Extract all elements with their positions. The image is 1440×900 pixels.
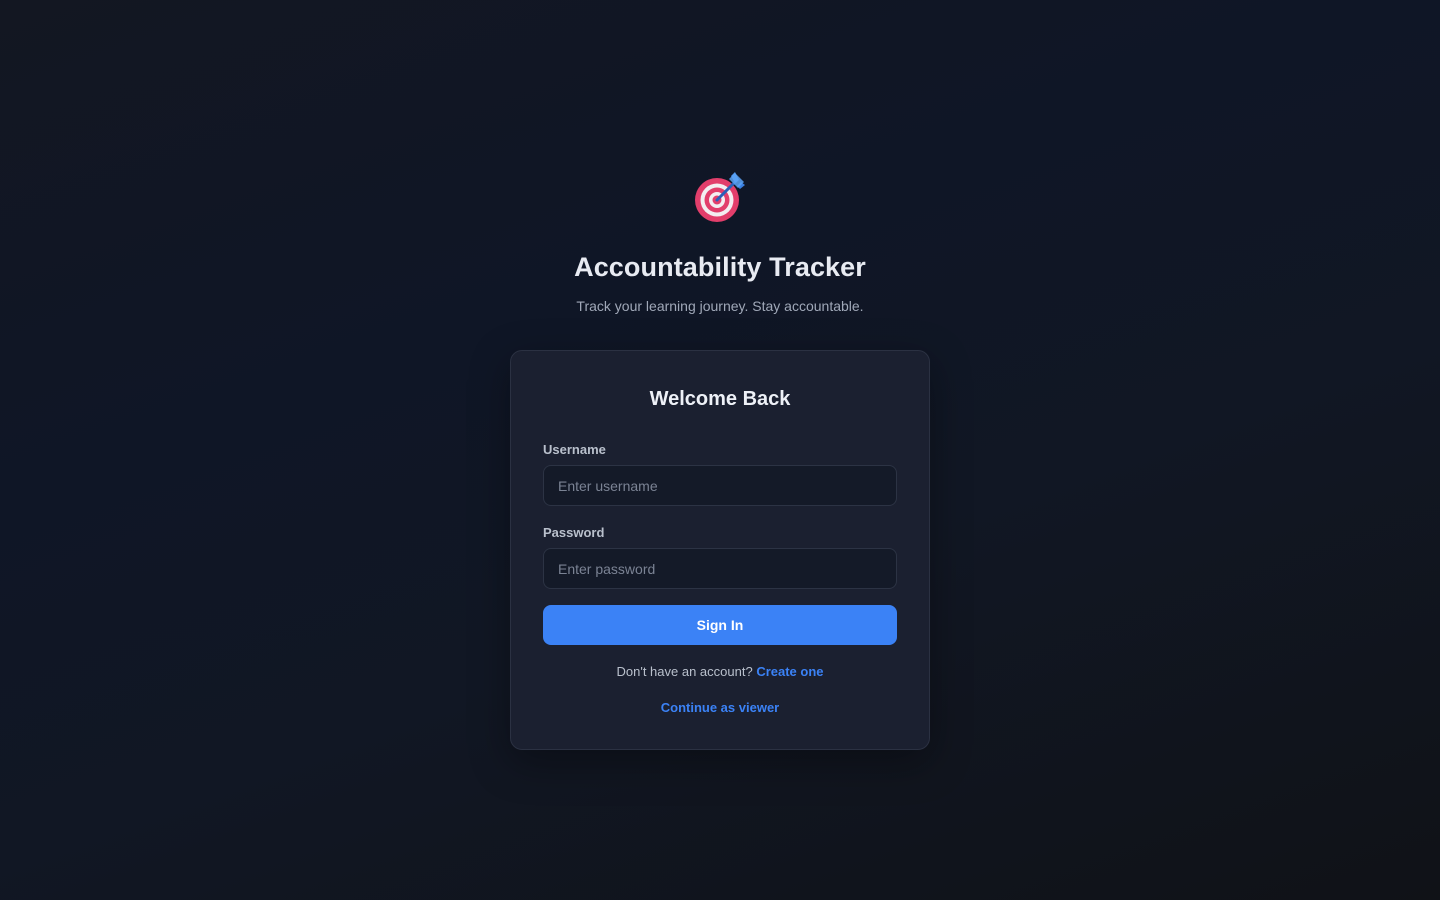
- username-input[interactable]: [543, 465, 897, 506]
- signup-prompt-line: Don't have an account? Create one: [511, 664, 929, 679]
- username-label: Username: [543, 442, 606, 457]
- app-title: Accountability Tracker: [574, 252, 866, 282]
- continue-as-viewer-link[interactable]: Continue as viewer: [661, 700, 779, 715]
- signup-prompt-text: Don't have an account?: [616, 664, 753, 679]
- app-subtitle: Track your learning journey. Stay accoun…: [576, 298, 864, 314]
- password-input[interactable]: [543, 548, 897, 589]
- sign-in-button[interactable]: Sign In: [543, 605, 897, 645]
- login-card: Welcome Back Username Password Sign In D…: [510, 350, 930, 750]
- create-account-link[interactable]: Create one: [756, 664, 823, 679]
- password-label: Password: [543, 525, 605, 540]
- target-dart-icon: [695, 172, 745, 222]
- viewer-line: Continue as viewer: [511, 700, 929, 715]
- card-title: Welcome Back: [649, 388, 791, 410]
- login-page: Accountability Tracker Track your learni…: [0, 0, 1440, 900]
